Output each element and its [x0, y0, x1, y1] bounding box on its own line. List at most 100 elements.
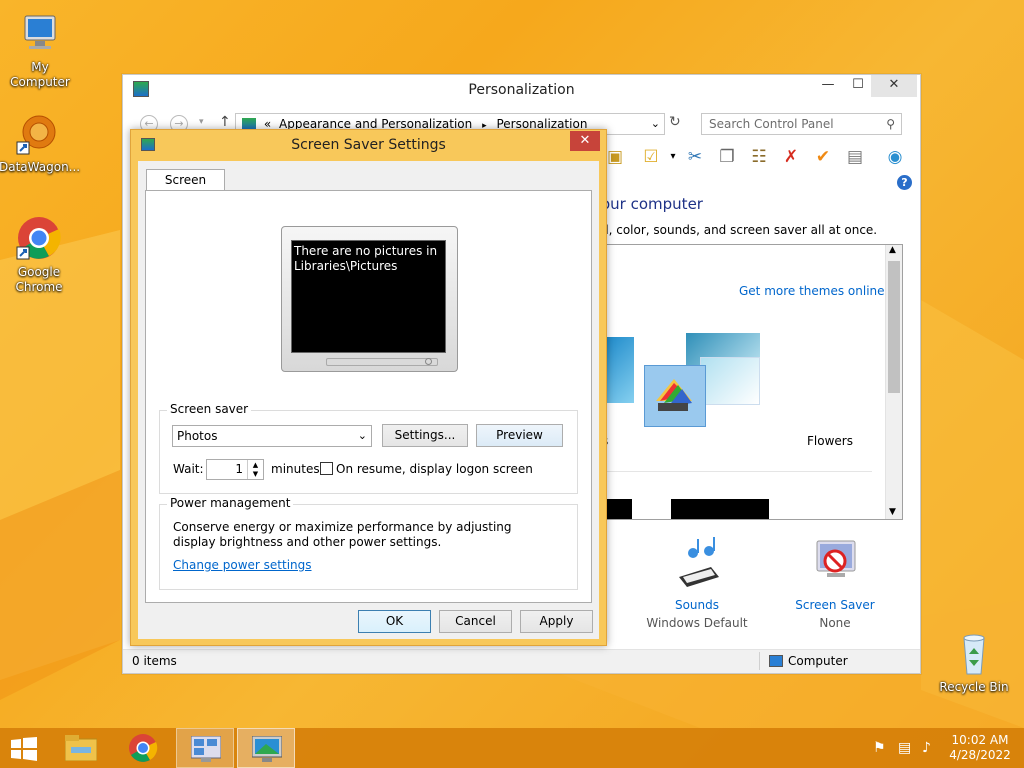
theme-thumbnail-dark[interactable]: [671, 499, 769, 519]
window-title: Personalization: [468, 82, 575, 98]
theme-flowers-image: [700, 357, 760, 405]
taskbar-personalization[interactable]: [237, 728, 295, 768]
delete-icon[interactable]: ✗: [779, 145, 803, 169]
page-heading: our computer: [601, 195, 703, 213]
computer-small-icon: [769, 655, 783, 667]
sounds-value: Windows Default: [646, 616, 748, 630]
control-panel-icon: [133, 81, 149, 97]
scroll-down-icon[interactable]: ▼: [889, 507, 896, 517]
status-bar: 0 items Computer: [123, 649, 920, 673]
ok-button[interactable]: OK: [358, 610, 431, 633]
desktop-icon-datawagon[interactable]: DataWagon...: [0, 110, 81, 175]
page-subheading: d, color, sounds, and screen saver all a…: [601, 223, 878, 237]
taskbar-file-explorer[interactable]: [53, 728, 109, 768]
windows-logo-icon: [11, 737, 37, 761]
resume-checkbox[interactable]: [320, 462, 333, 475]
apply-button[interactable]: Apply: [520, 610, 593, 633]
themes-list: Get more themes online s Flowers ▲ ▼: [601, 244, 903, 520]
desktop-icon-chrome[interactable]: Google Chrome: [0, 215, 79, 295]
screen-saver-value: None: [819, 616, 851, 630]
sounds-tile[interactable]: Sounds Windows Default: [637, 537, 757, 630]
chevron-down-icon: ⌄: [357, 429, 367, 442]
spin-down-icon[interactable]: ▼: [247, 469, 263, 479]
chrome-icon: [129, 734, 158, 762]
start-button[interactable]: [0, 728, 48, 768]
action-center-flag-icon[interactable]: ⚑: [873, 740, 886, 756]
sounds-icon: [679, 537, 719, 587]
search-placeholder: Search Control Panel: [709, 117, 834, 131]
dialog-title: Screen Saver Settings: [291, 137, 446, 153]
scrollbar-track[interactable]: ▲ ▼: [885, 245, 902, 519]
taskbar-chrome[interactable]: [115, 728, 171, 768]
desktop-icon-label: Recycle Bin: [939, 680, 1009, 694]
close-button[interactable]: ✕: [871, 75, 917, 97]
screen-saver-select[interactable]: Photos ⌄: [172, 425, 372, 447]
preview-screen: There are no pictures in Libraries\Pictu…: [291, 240, 446, 353]
sounds-label: Sounds: [674, 598, 720, 612]
folder-icon: [65, 735, 97, 761]
tab-panel: There are no pictures in Libraries\Pictu…: [145, 190, 592, 603]
resume-checkbox-label[interactable]: On resume, display logon screen: [336, 462, 533, 476]
screen-saver-tile[interactable]: Screen Saver None: [775, 537, 895, 630]
tab-screen-saver[interactable]: Screen Saver: [146, 169, 225, 207]
minimize-button[interactable]: —: [815, 75, 841, 97]
get-more-themes-link[interactable]: Get more themes online: [739, 284, 885, 298]
recent-chevron-icon[interactable]: ▾: [199, 117, 204, 127]
datawagon-icon: [16, 110, 62, 156]
wait-label: Wait:: [173, 462, 204, 476]
status-location: Computer: [788, 654, 848, 668]
taskbar: ⚑ ▤ ♪ 10:02 AM 4/28/2022: [0, 728, 1024, 768]
maximize-button[interactable]: ☐: [845, 75, 871, 97]
dropdown-chevron-icon[interactable]: ▾: [661, 145, 685, 169]
dialog-titlebar[interactable]: Screen Saver Settings: [131, 130, 606, 160]
globe-icon[interactable]: ◉: [883, 145, 907, 169]
settings-button[interactable]: Settings...: [382, 424, 468, 447]
screen-saver-icon: [816, 540, 856, 577]
monitor-base: [326, 358, 438, 366]
rename-icon[interactable]: ▤: [843, 145, 867, 169]
window-titlebar[interactable]: Personalization: [123, 75, 920, 105]
preview-button[interactable]: Preview: [476, 424, 563, 447]
desktop-icon-my-computer[interactable]: My Computer: [0, 10, 80, 90]
screen-saver-group: Screen saver Photos ⌄ Settings... Previe…: [159, 402, 578, 494]
status-items: 0 items: [132, 654, 177, 668]
up-arrow-icon[interactable]: ↑: [219, 114, 231, 130]
computer-icon: [17, 10, 63, 56]
clock[interactable]: 10:02 AM 4/28/2022: [945, 733, 1015, 763]
wait-spinner[interactable]: 1 ▲ ▼: [206, 459, 264, 480]
search-input[interactable]: Search Control Panel ⚲: [701, 113, 902, 135]
help-icon[interactable]: ?: [897, 175, 912, 190]
desktop-icon-recycle-bin[interactable]: Recycle Bin: [934, 630, 1014, 695]
dialog-icon: [141, 138, 155, 151]
dialog-body: Screen Saver There are no pictures in Li…: [138, 161, 599, 639]
checkmark-icon[interactable]: ✔: [811, 145, 835, 169]
scroll-up-icon[interactable]: ▲: [889, 245, 896, 255]
taskbar-control-panel[interactable]: [176, 728, 234, 768]
personalization-icon: [252, 736, 282, 762]
power-group-label: Power management: [167, 496, 294, 510]
power-management-group: Power management Conserve energy or maxi…: [159, 496, 578, 590]
status-divider: [759, 652, 760, 670]
theme-flowers[interactable]: [642, 331, 770, 429]
cancel-button[interactable]: Cancel: [439, 610, 512, 633]
volume-muted-icon[interactable]: ♪: [922, 740, 931, 756]
scrollbar-thumb[interactable]: [888, 261, 900, 393]
monitor-preview: There are no pictures in Libraries\Pictu…: [281, 226, 458, 372]
change-power-settings-link[interactable]: Change power settings: [173, 558, 312, 572]
search-icon: ⚲: [886, 117, 895, 131]
chrome-icon: [16, 215, 62, 261]
desktop-icon-label: My Computer: [10, 60, 70, 89]
properties-icon[interactable]: ☑: [639, 145, 663, 169]
address-dropdown-icon[interactable]: ⌄: [651, 114, 660, 134]
copy-icon[interactable]: ❐: [715, 145, 739, 169]
refresh-icon[interactable]: ↻: [669, 114, 681, 130]
cut-icon[interactable]: ✂: [683, 145, 707, 169]
paste-icon[interactable]: ☷: [747, 145, 771, 169]
screen-saver-dialog: Screen Saver Settings ✕ Screen Saver The…: [130, 129, 607, 646]
dialog-close-button[interactable]: ✕: [570, 131, 600, 151]
desktop-icon-label: DataWagon...: [0, 160, 81, 174]
screen-saver-group-label: Screen saver: [167, 402, 252, 416]
toolbar: ▣ ☑ ▾ ✂ ❐ ☷ ✗ ✔ ▤ ◉: [603, 145, 913, 171]
wait-value: 1: [235, 462, 243, 476]
network-icon[interactable]: ▤: [898, 740, 911, 756]
